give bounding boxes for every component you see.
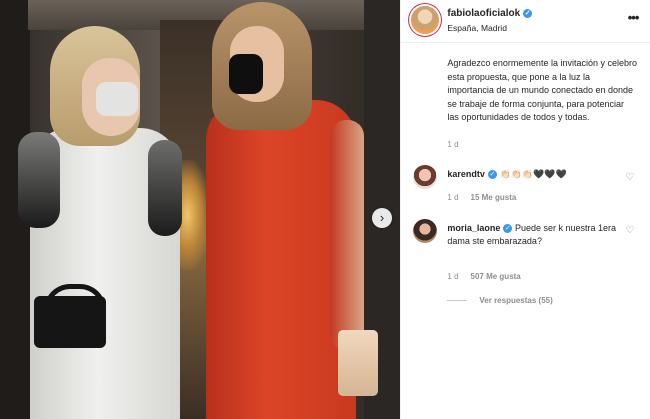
author-username-row[interactable]: fabiolaoficialok ✓ <box>447 8 533 19</box>
photo-woman-right-mask <box>229 54 263 94</box>
photo-handbag <box>34 296 106 348</box>
verified-badge-icon: ✓ <box>523 8 533 18</box>
heart-outline-icon[interactable]: ♡ <box>625 173 635 183</box>
verified-badge-icon: ✓ <box>487 170 497 180</box>
photo-woman-left-sleeve <box>18 132 60 228</box>
instagram-post: › fabiolaoficialok ✓ España, Madrid ••• A… <box>0 0 650 419</box>
author-username[interactable]: fabiolaoficialok <box>447 8 520 19</box>
comment-username[interactable]: karendtv <box>447 169 485 179</box>
post-photo[interactable]: › <box>0 0 401 419</box>
photo-woman-right-arm <box>330 120 364 350</box>
commenter-avatar[interactable] <box>413 219 438 243</box>
comment-username[interactable]: moria_laone <box>447 223 500 233</box>
heart-outline-icon[interactable]: ♡ <box>625 226 635 236</box>
comment-likes[interactable]: 15 Me gusta <box>471 193 517 202</box>
post-sidebar: fabiolaoficialok ✓ España, Madrid ••• Agr… <box>400 0 650 419</box>
photo-woman-left-sleeve-right <box>148 140 182 236</box>
comment: karendtv ✓ 👏🏻👏🏻👏🏻🖤🖤🖤 <box>447 168 617 181</box>
view-replies-button[interactable]: Ver respuestas (55) <box>447 296 553 305</box>
comment: moria_laone ✓ Puede ser k nuestra 1era da… <box>447 222 617 248</box>
comment-text: 👏🏻👏🏻👏🏻🖤🖤🖤 <box>499 169 567 179</box>
comment-time[interactable]: 1 d <box>447 272 458 281</box>
post-location[interactable]: España, Madrid <box>447 23 507 33</box>
comment-meta: 1 d 507 Me gusta <box>447 272 520 281</box>
comment-time[interactable]: 1 d <box>447 193 458 202</box>
photo-clutch <box>338 330 378 396</box>
comment-meta: 1 d 15 Me gusta <box>447 193 516 202</box>
replies-divider <box>447 300 468 302</box>
photo-woman-left-mask <box>96 82 138 116</box>
author-avatar[interactable] <box>411 6 440 34</box>
comment-likes[interactable]: 507 Me gusta <box>471 272 521 281</box>
post-time[interactable]: 1 d <box>447 140 458 149</box>
chevron-right-icon: › <box>379 210 385 225</box>
next-photo-button[interactable]: › <box>372 208 392 228</box>
verified-badge-icon: ✓ <box>503 224 513 234</box>
view-replies-label[interactable]: Ver respuestas (55) <box>479 296 552 305</box>
commenter-avatar[interactable] <box>413 165 438 189</box>
post-header: fabiolaoficialok ✓ España, Madrid ••• <box>401 0 650 43</box>
more-options-icon[interactable]: ••• <box>628 10 640 25</box>
post-caption: Agradezco enormemente la invitación y ce… <box>447 58 637 123</box>
